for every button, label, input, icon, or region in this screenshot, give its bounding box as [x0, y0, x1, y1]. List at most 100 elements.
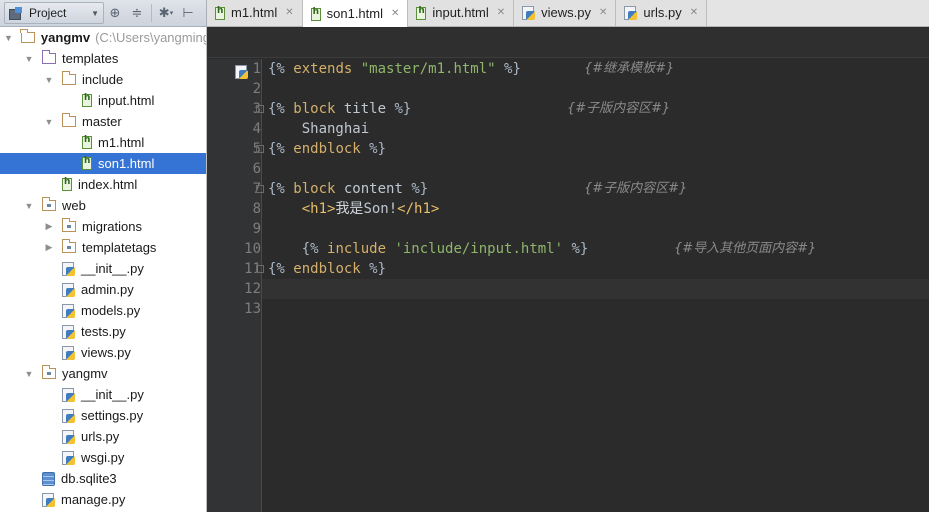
tree-item[interactable]: db.sqlite3 [0, 468, 206, 489]
close-icon[interactable]: ✕ [285, 7, 293, 18]
expand-arrow-icon[interactable]: ▼ [24, 369, 34, 379]
tree-item[interactable]: ▼ yangmv [0, 363, 206, 384]
collapsed-arrow-icon[interactable]: ▶ [44, 221, 54, 232]
tree-item[interactable]: ▼ include [0, 69, 206, 90]
folder-icon [61, 71, 76, 85]
tree-item[interactable]: input.html [0, 90, 206, 111]
tab-m1-html[interactable]: m1.html ✕ [207, 0, 303, 26]
tree-item[interactable]: index.html [0, 174, 206, 195]
tree-item-label: input.html [98, 93, 155, 108]
tree-item-label: views.py [81, 345, 131, 360]
code-token: %} [386, 101, 412, 117]
code-token: %} [402, 181, 429, 197]
tree-item[interactable]: settings.py [0, 405, 206, 426]
code-token: {% [268, 61, 294, 77]
tree-item[interactable]: admin.py [0, 279, 206, 300]
gutter-line: 12 [207, 279, 261, 299]
code-token: Son! [363, 201, 398, 217]
code-comment: {#子版内容区#} [567, 101, 671, 116]
python-file-icon [624, 5, 638, 21]
expand-arrow-icon[interactable]: ▼ [4, 33, 13, 43]
fold-end-icon[interactable] [256, 265, 264, 273]
html-file-icon [82, 93, 92, 107]
tab-input-html[interactable]: input.html ✕ [408, 0, 515, 26]
line-number: 10 [244, 241, 261, 257]
tree-item[interactable]: tests.py [0, 321, 206, 342]
tree-item-label: templates [62, 51, 119, 66]
fold-end-icon[interactable] [256, 145, 264, 153]
locate-icon[interactable]: ⊕ [104, 2, 126, 24]
collapsed-arrow-icon[interactable]: ▶ [44, 242, 54, 253]
project-toolbar: Project ▼ ⊕ ≑ ✱ ▾ ⊢ [0, 0, 207, 27]
tree-item[interactable]: ▼ templates [0, 48, 206, 69]
gutter-line: 2 [207, 79, 261, 99]
tree-item[interactable]: views.py [0, 342, 206, 363]
code-line: {% endblock %} [256, 139, 929, 159]
line-gutter: 1 2 3 4 5 6 7 8 9 10 11 12 13 [207, 59, 262, 512]
tree-item[interactable]: son1.html [0, 153, 206, 174]
gear-icon[interactable]: ✱ ▾ [155, 2, 177, 24]
expand-arrow-icon[interactable]: ▼ [24, 201, 34, 211]
tree-item[interactable]: ▶ templatetags [0, 237, 206, 258]
code-token: <h1> [301, 201, 336, 217]
tree-item[interactable]: ▶ migrations [0, 216, 206, 237]
gutter-line: 1 [207, 59, 261, 79]
python-file-icon [62, 345, 75, 360]
code-line: <h1>我是Son!</h1> [262, 199, 929, 219]
root-folder-path: (C:\Users\yangming [95, 30, 207, 45]
tree-item[interactable]: models.py [0, 300, 206, 321]
folder-icon [20, 29, 35, 43]
tab-views-py[interactable]: views.py ✕ [514, 0, 617, 26]
tree-item-label: migrations [82, 219, 142, 234]
fold-marker-icon[interactable] [256, 105, 264, 113]
tree-root[interactable]: ▼ yangmv (C:\Users\yangming [0, 27, 206, 48]
tree-item[interactable]: wsgi.py [0, 447, 206, 468]
hide-panel-icon[interactable]: ⊢ [177, 2, 199, 24]
expand-arrow-icon[interactable]: ▼ [44, 117, 54, 127]
tree-item[interactable]: m1.html [0, 132, 206, 153]
html-file-icon [215, 5, 225, 21]
close-icon[interactable]: ✕ [690, 7, 698, 18]
python-file-icon [42, 492, 55, 507]
tree-item-label: db.sqlite3 [61, 471, 117, 486]
code-comment: {#导入其他页面内容#} [674, 241, 817, 256]
expand-arrow-icon[interactable]: ▼ [24, 54, 34, 64]
tree-item[interactable]: __init__.py [0, 384, 206, 405]
code-token: %} [360, 141, 387, 157]
project-tree: ▼ yangmv (C:\Users\yangming ▼ templates ▼ i… [0, 27, 207, 512]
tree-item[interactable]: ▼ web [0, 195, 206, 216]
database-icon [42, 471, 55, 486]
tree-item[interactable]: ▼ master [0, 111, 206, 132]
root-folder-name: yangmv [40, 30, 91, 45]
code-token: {% [268, 241, 328, 257]
project-view-selector[interactable]: Project ▼ [4, 2, 104, 24]
tab-son1-html[interactable]: son1.html ✕ [302, 0, 409, 27]
tab-label: input.html [432, 5, 489, 20]
collapse-all-icon[interactable]: ≑ [126, 2, 148, 24]
python-file-icon [62, 429, 75, 444]
tree-item-label: models.py [81, 303, 141, 318]
tree-item-label: __init__.py [81, 387, 144, 402]
toolbar-divider [151, 4, 152, 22]
tree-item-label: __init__.py [81, 261, 144, 276]
tab-urls-py[interactable]: urls.py ✕ [616, 0, 708, 26]
close-icon[interactable]: ✕ [599, 7, 607, 18]
tree-item-label: yangmv [62, 366, 108, 381]
expand-arrow-icon[interactable]: ▼ [44, 75, 54, 85]
html-file-icon [62, 177, 72, 191]
python-file-icon [522, 5, 536, 21]
code-token: {% [268, 101, 294, 117]
code-line: {% include 'include/input.html' %} {#导入其他… [262, 239, 929, 259]
tree-item[interactable]: manage.py [0, 489, 206, 510]
close-icon[interactable]: ✕ [497, 7, 505, 18]
tree-item[interactable]: __init__.py [0, 258, 206, 279]
fold-marker-icon[interactable] [256, 185, 264, 193]
tree-item[interactable]: urls.py [0, 426, 206, 447]
tree-item-label: index.html [78, 177, 138, 192]
gutter-line: 11 [207, 259, 261, 279]
code-editor[interactable]: {% extends "master/m1.html" %} {#继承模板#} {%… [256, 59, 929, 512]
close-icon[interactable]: ✕ [391, 8, 399, 19]
